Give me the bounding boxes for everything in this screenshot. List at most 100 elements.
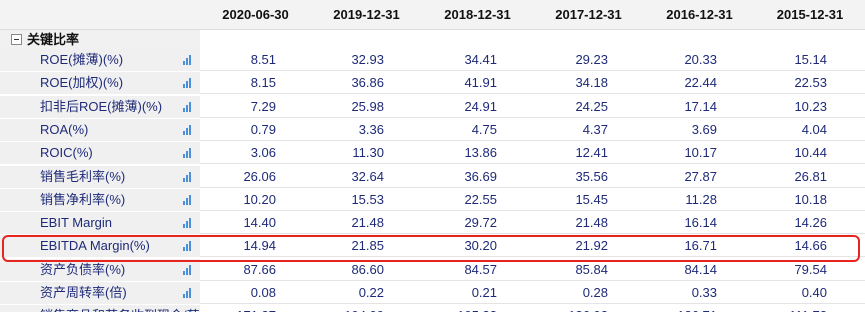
value-cell[interactable]: 35.56 [518, 166, 608, 188]
value-cell[interactable]: 32.64 [294, 166, 384, 188]
value-cell[interactable]: 34.18 [518, 72, 608, 94]
table-row[interactable]: ROA(%) 0.79 3.36 4.75 4.37 3.69 4.04 [0, 118, 865, 141]
value-cell[interactable]: 4.75 [407, 119, 497, 141]
value-cell[interactable]: 4.37 [518, 119, 608, 141]
value-cell[interactable]: 10.20 [186, 189, 276, 211]
table-row[interactable]: 扣非后ROE(摊薄)(%) 7.29 25.98 24.91 24.25 17.14 10.… [0, 95, 865, 118]
row-label: 销售净利率(%) [40, 191, 126, 207]
value-cell[interactable]: 15.53 [294, 189, 384, 211]
column-header[interactable]: 2019-12-31 [311, 0, 422, 30]
value-cell[interactable]: 30.20 [407, 235, 497, 257]
column-header[interactable]: 2017-12-31 [533, 0, 644, 30]
value-cell[interactable]: 14.26 [737, 212, 827, 234]
value-cell[interactable]: 21.48 [294, 212, 384, 234]
table-row[interactable]: EBIT Margin 14.40 21.48 29.72 21.48 16.14 14.2… [0, 212, 865, 235]
value-cell[interactable]: 10.17 [627, 142, 717, 164]
value-cell[interactable]: 11.30 [294, 142, 384, 164]
value-cell[interactable]: 22.53 [737, 72, 827, 94]
value-cell[interactable]: 0.40 [737, 282, 827, 304]
value-cell[interactable]: 36.86 [294, 72, 384, 94]
value-cell[interactable]: 85.84 [518, 259, 608, 281]
value-cell[interactable]: 11.28 [627, 189, 717, 211]
value-cell[interactable]: 17.14 [627, 96, 717, 118]
value-cell[interactable]: 14.66 [737, 235, 827, 257]
value-cell[interactable]: 3.69 [627, 119, 717, 141]
value-cell[interactable]: 8.51 [186, 49, 276, 71]
value-cell[interactable]: 27.87 [627, 166, 717, 188]
value-cell[interactable]: 22.44 [627, 72, 717, 94]
column-header[interactable]: 2020-06-30 [200, 0, 311, 30]
value-cell[interactable]: 29.23 [518, 49, 608, 71]
row-label-cell: 资产周转率(倍) [0, 282, 200, 304]
value-cell[interactable]: 29.72 [407, 212, 497, 234]
value-cell[interactable]: 15.45 [518, 189, 608, 211]
value-cell[interactable]: 0.21 [407, 282, 497, 304]
value-cell[interactable]: 16.14 [627, 212, 717, 234]
value-cell[interactable]: 0.28 [518, 282, 608, 304]
column-header[interactable]: 2018-12-31 [422, 0, 533, 30]
value-cell[interactable]: 32.93 [294, 49, 384, 71]
table-row[interactable]: ROE(摊薄)(%) 8.51 32.93 34.41 29.23 20.33 15.14 [0, 49, 865, 71]
value-cell[interactable]: 4.04 [737, 119, 827, 141]
value-cell[interactable]: 3.06 [186, 142, 276, 164]
column-header[interactable]: 2016-12-31 [644, 0, 755, 30]
value-cell[interactable]: 195.33 [407, 305, 497, 312]
table-row[interactable]: 资产负债率(%) 87.66 86.60 84.57 85.84 84.14 79.54 [0, 258, 865, 281]
table-row[interactable]: ROE(加权)(%) 8.15 36.86 41.91 34.18 22.44 22.53 [0, 72, 865, 95]
table-row[interactable]: EBITDA Margin(%) 14.94 21.85 30.20 21.92 16.7… [0, 235, 865, 258]
value-cell[interactable]: 136.71 [627, 305, 717, 312]
column-header[interactable]: 2015-12-31 [755, 0, 865, 30]
value-cell[interactable]: 8.15 [186, 72, 276, 94]
value-cell[interactable]: 16.71 [627, 235, 717, 257]
value-cell[interactable]: 21.48 [518, 212, 608, 234]
table-row[interactable]: 销售毛利率(%) 26.06 32.64 36.69 35.56 27.87 26.81 [0, 165, 865, 188]
row-label-cell: ROE(摊薄)(%) [0, 49, 200, 71]
table-row[interactable]: 资产周转率(倍) 0.08 0.22 0.21 0.28 0.33 0.40 [0, 282, 865, 304]
value-cell[interactable]: 79.54 [737, 259, 827, 281]
value-cell[interactable]: 22.55 [407, 189, 497, 211]
value-cell[interactable]: 10.44 [737, 142, 827, 164]
value-cell[interactable]: 194.09 [294, 305, 384, 312]
section-key-ratios[interactable]: 关键比率 [0, 30, 200, 49]
value-cell[interactable]: 36.69 [407, 166, 497, 188]
value-cell[interactable]: 24.91 [407, 96, 497, 118]
value-cell[interactable]: 0.08 [186, 282, 276, 304]
value-cell[interactable]: 25.98 [294, 96, 384, 118]
value-cell[interactable]: 84.57 [407, 259, 497, 281]
row-label: ROIC(%) [40, 145, 93, 161]
value-cell[interactable]: 26.06 [186, 166, 276, 188]
row-label: ROA(%) [40, 121, 89, 137]
value-cell[interactable]: 26.81 [737, 166, 827, 188]
value-cell[interactable]: 3.36 [294, 119, 384, 141]
value-cell[interactable]: 15.14 [737, 49, 827, 71]
value-cell[interactable]: 10.23 [737, 96, 827, 118]
row-label-cell: ROIC(%) [0, 142, 200, 165]
table-row[interactable]: 销售净利率(%) 10.20 15.53 22.55 15.45 11.28 10.18 [0, 188, 865, 211]
value-cell[interactable]: 21.92 [518, 235, 608, 257]
value-cell[interactable]: 136.92 [518, 305, 608, 312]
value-cell[interactable]: 0.22 [294, 282, 384, 304]
value-cell[interactable]: 87.66 [186, 259, 276, 281]
value-cell[interactable]: 41.91 [407, 72, 497, 94]
value-cell[interactable]: 13.86 [407, 142, 497, 164]
value-cell[interactable]: 14.40 [186, 212, 276, 234]
value-cell[interactable]: 111.72 [737, 305, 827, 312]
value-cell[interactable]: 12.41 [518, 142, 608, 164]
value-cell[interactable]: 0.79 [186, 119, 276, 141]
value-cell[interactable]: 34.41 [407, 49, 497, 71]
value-cell[interactable]: 14.94 [186, 235, 276, 257]
value-cell[interactable]: 86.60 [294, 259, 384, 281]
value-cell[interactable]: 171.37 [186, 305, 276, 312]
table-row[interactable]: 销售商品和劳务收到现金/营171.37 194.09 195.33 136.92 136… [0, 305, 865, 312]
value-cell[interactable]: 10.18 [737, 189, 827, 211]
row-label: 扣非后ROE(摊薄)(%) [40, 98, 163, 114]
value-cell[interactable]: 21.85 [294, 235, 384, 257]
minus-box-icon[interactable] [11, 34, 22, 45]
value-cell[interactable]: 84.14 [627, 259, 717, 281]
value-cell[interactable]: 24.25 [518, 96, 608, 118]
value-cell[interactable]: 7.29 [186, 96, 276, 118]
row-label-cell: 资产负债率(%) [0, 258, 200, 281]
value-cell[interactable]: 0.33 [627, 282, 717, 304]
value-cell[interactable]: 20.33 [627, 49, 717, 71]
table-row[interactable]: ROIC(%) 3.06 11.30 13.86 12.41 10.17 10.44 [0, 142, 865, 165]
